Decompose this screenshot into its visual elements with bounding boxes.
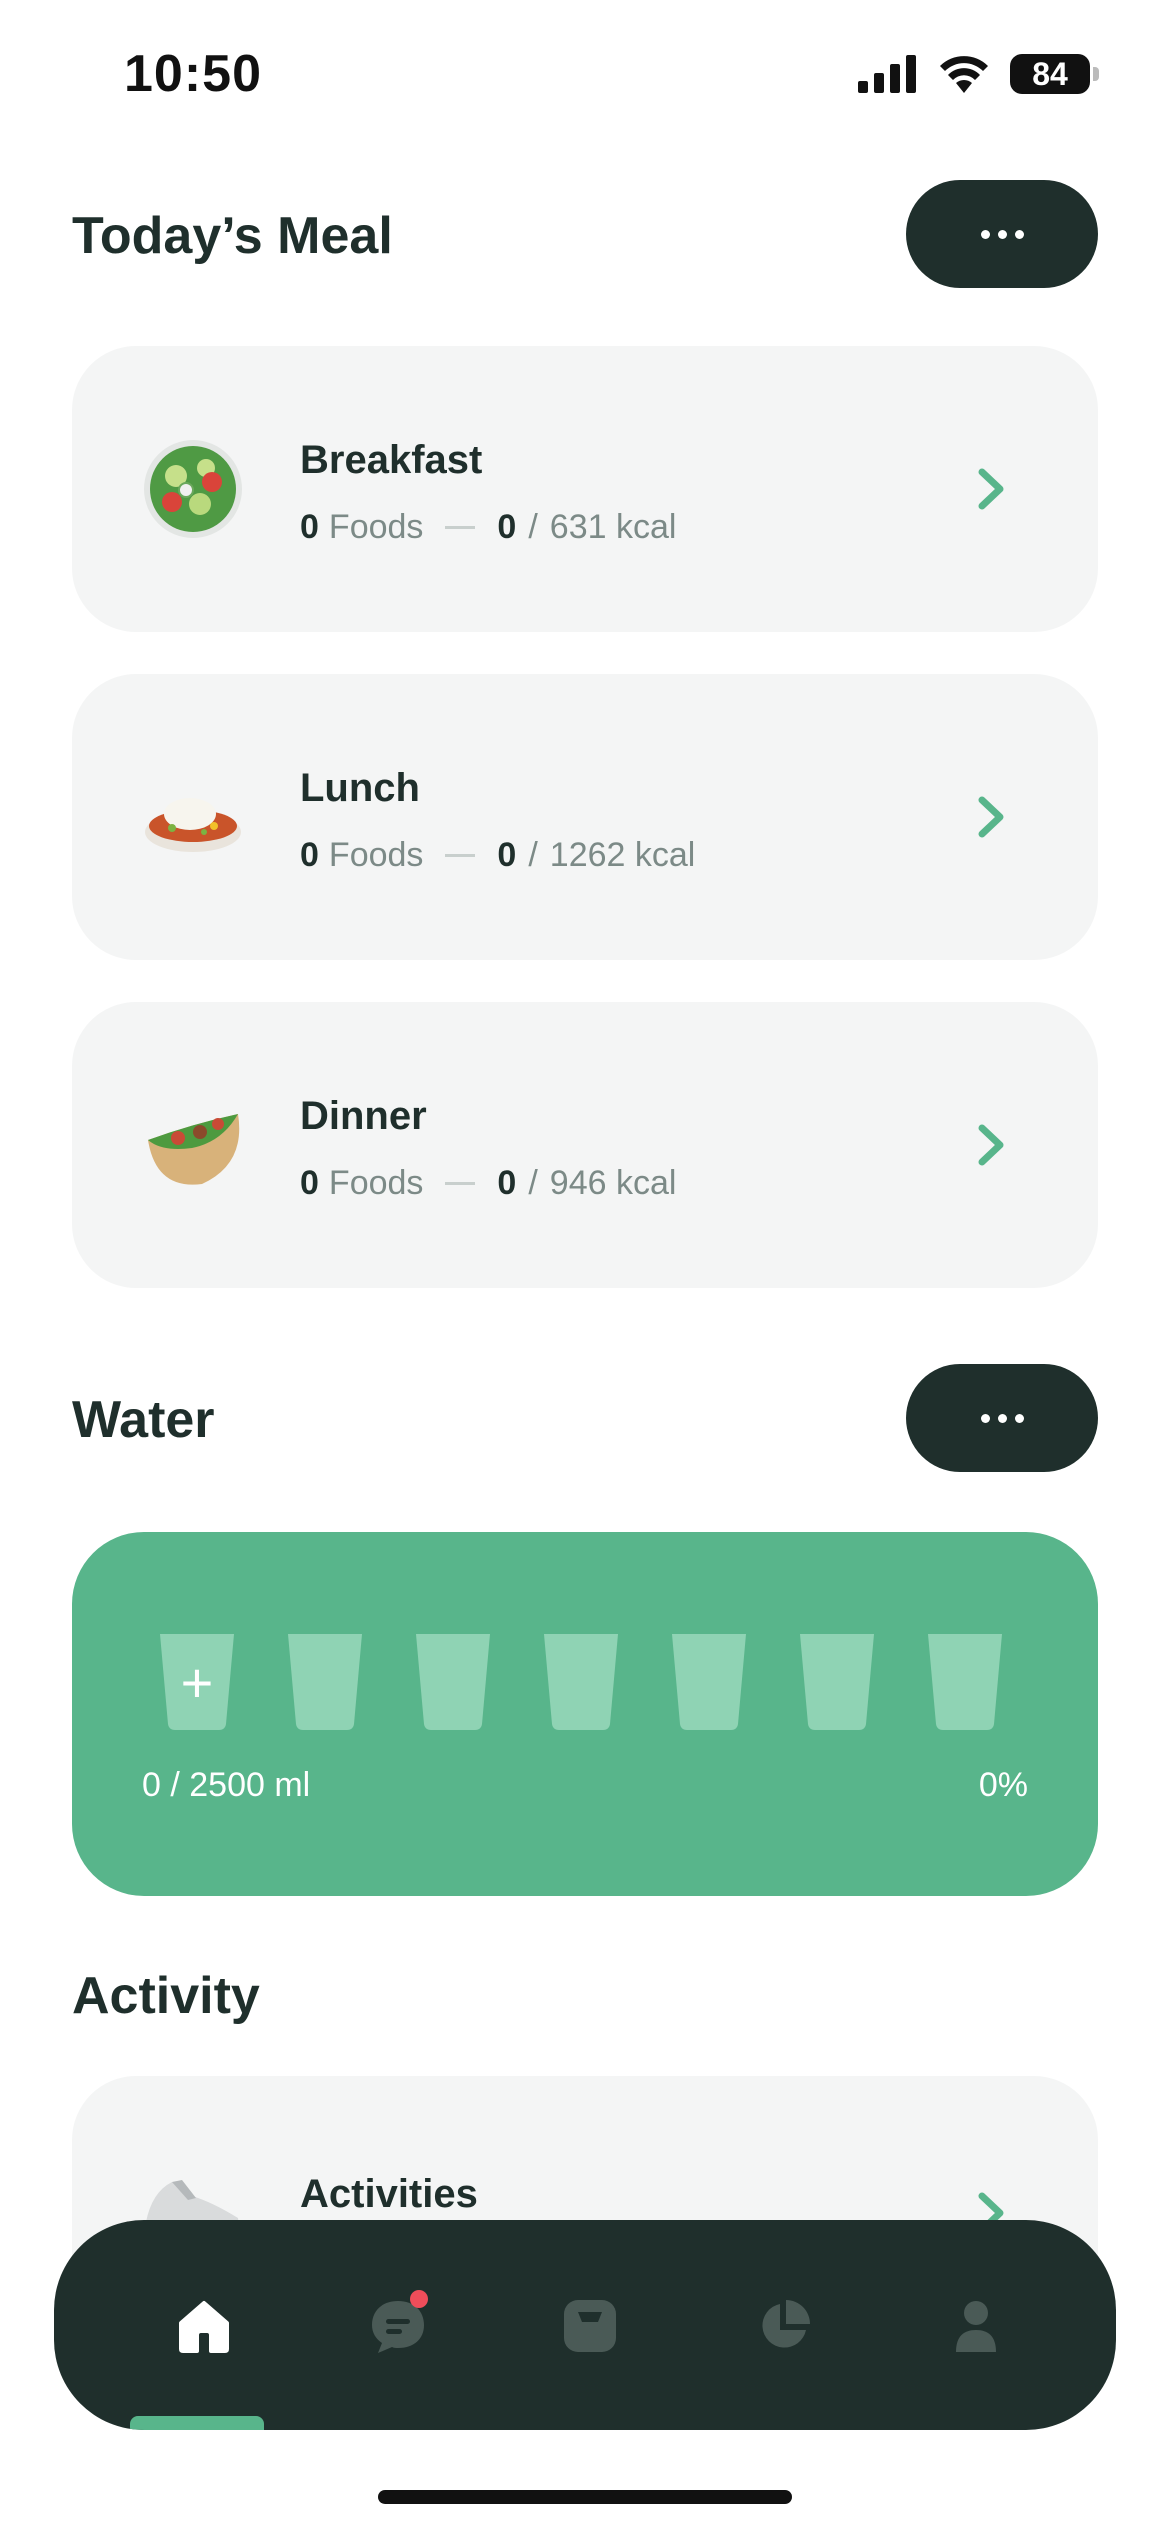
status-time: 10:50 — [124, 45, 262, 103]
foods-label: Foods — [328, 1164, 424, 1202]
wifi-icon — [940, 56, 988, 93]
nav-weight[interactable] — [550, 2286, 630, 2366]
status-bar: 10:50 84 — [0, 0, 1170, 150]
cup-icon — [928, 1634, 1002, 1730]
rice-bowl-icon — [145, 798, 241, 852]
meal-name: Dinner — [300, 1094, 427, 1138]
meals-more-button[interactable] — [906, 180, 1098, 288]
salad-icon — [144, 440, 242, 538]
chevron-right-icon — [978, 796, 1004, 838]
water-amount: 0 / 2500 ml — [142, 1766, 311, 1804]
water-cups: + — [158, 1632, 1004, 1732]
water-section-title: Water — [72, 1391, 215, 1449]
profile-icon — [956, 2301, 996, 2352]
foods-label: Foods — [328, 836, 424, 874]
home-icon — [179, 2301, 229, 2353]
foods-count: 0 — [300, 836, 319, 874]
battery-indicator: 84 — [1010, 54, 1099, 94]
scale-icon — [564, 2300, 616, 2352]
pie-chart-icon — [762, 2300, 810, 2348]
water-card: + 0 / 2500 ml 0% — [72, 1532, 1098, 1896]
cup-icon — [288, 1634, 362, 1730]
cup-icon — [800, 1634, 874, 1730]
water-cup[interactable]: + — [158, 1632, 236, 1732]
meal-name: Breakfast — [300, 438, 483, 482]
water-more-button[interactable] — [906, 1364, 1098, 1472]
slash-separator: / — [528, 1164, 538, 1202]
meal-summary: 0 Foods 0 / 631 kcal — [300, 508, 676, 547]
meal-name: Lunch — [300, 766, 420, 810]
nav-home[interactable] — [164, 2286, 244, 2366]
kcal-target: 1262 kcal — [549, 836, 696, 874]
cellular-signal-icon — [858, 55, 916, 93]
active-tab-indicator — [130, 2416, 264, 2430]
cup-icon — [416, 1634, 490, 1730]
foods-count: 0 — [300, 1164, 319, 1202]
notification-dot — [410, 2290, 428, 2308]
meal-summary: 0 Foods 0 / 1262 kcal — [300, 836, 695, 875]
bottom-navigation — [54, 2220, 1116, 2430]
water-cup[interactable] — [286, 1632, 364, 1732]
meal-card-dinner[interactable]: Dinner 0 Foods 0 / 946 kcal — [72, 1002, 1098, 1288]
kcal-consumed: 0 — [497, 508, 517, 546]
foods-label: Foods — [328, 508, 424, 546]
chevron-right-icon — [978, 468, 1004, 510]
kcal-target: 946 kcal — [549, 1164, 677, 1202]
water-cup[interactable] — [414, 1632, 492, 1732]
activity-section-title: Activity — [72, 1967, 260, 2025]
cup-icon — [544, 1634, 618, 1730]
water-percent: 0% — [978, 1766, 1028, 1804]
add-water-icon: + — [180, 1650, 214, 1714]
divider — [445, 854, 476, 857]
divider — [445, 526, 476, 529]
pita-sandwich-icon — [148, 1114, 240, 1185]
water-cup[interactable] — [798, 1632, 876, 1732]
chevron-right-icon — [978, 1124, 1004, 1166]
meals-section-title: Today’s Meal — [72, 207, 393, 265]
nav-chat[interactable] — [358, 2286, 438, 2366]
slash-separator: / — [528, 836, 538, 874]
foods-count: 0 — [300, 508, 319, 546]
kcal-consumed: 0 — [497, 1164, 517, 1202]
water-cup[interactable] — [926, 1632, 1004, 1732]
water-cup[interactable] — [670, 1632, 748, 1732]
meal-card-breakfast[interactable]: Breakfast 0 Foods 0 / 631 kcal — [72, 346, 1098, 632]
nav-stats[interactable] — [744, 2286, 824, 2366]
meal-card-lunch[interactable]: Lunch 0 Foods 0 / 1262 kcal — [72, 674, 1098, 960]
kcal-consumed: 0 — [497, 836, 517, 874]
activity-name: Activities — [300, 2172, 478, 2216]
nav-profile[interactable] — [936, 2286, 1016, 2366]
home-indicator — [378, 2490, 792, 2504]
divider — [445, 1182, 476, 1185]
kcal-target: 631 kcal — [549, 508, 677, 546]
cup-icon — [672, 1634, 746, 1730]
meal-summary: 0 Foods 0 / 946 kcal — [300, 1164, 676, 1203]
battery-level: 84 — [1032, 55, 1068, 92]
water-cup[interactable] — [542, 1632, 620, 1732]
slash-separator: / — [528, 508, 538, 546]
status-icons: 84 — [858, 54, 1099, 94]
